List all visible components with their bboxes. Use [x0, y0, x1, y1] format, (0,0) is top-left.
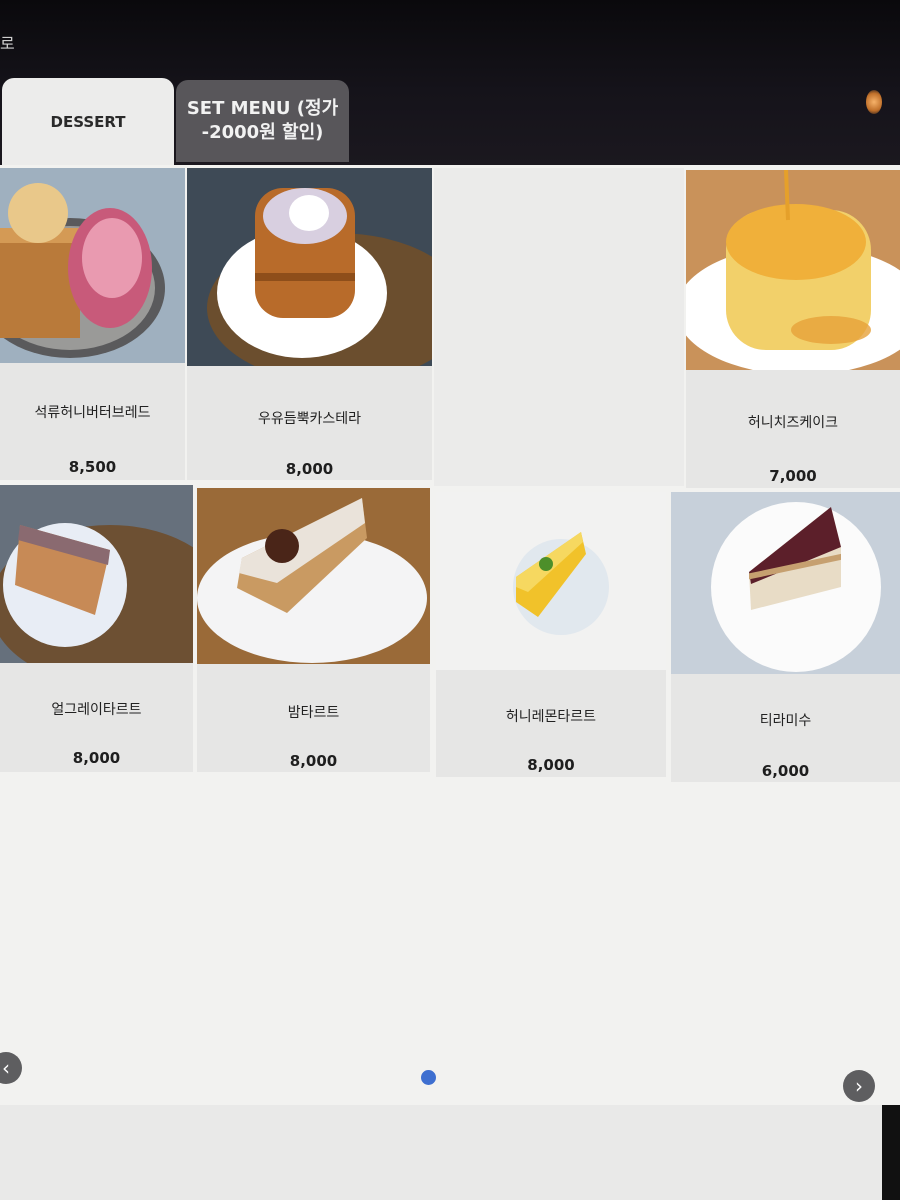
menu-item-card[interactable]: 석류허니버터브레드 8,500: [0, 168, 185, 480]
menu-item-image: [197, 488, 430, 664]
tab-set-menu[interactable]: SET MENU (정가 -2000원 할인): [176, 80, 349, 162]
chevron-right-icon: ›: [855, 1074, 863, 1098]
menu-item-price: 8,000: [72, 749, 121, 767]
menu-item-image: [0, 485, 193, 663]
menu-item-image: [671, 492, 900, 674]
empty-slot: [434, 168, 684, 486]
menu-item-image: [436, 492, 666, 670]
background-light: [866, 90, 882, 114]
menu-item-card[interactable]: 허니치즈케이크 7,000: [686, 170, 900, 488]
menu-item-price: 8,000: [527, 756, 575, 774]
menu-item-price: 8,000: [289, 752, 338, 770]
top-bar: 로 DESSERT SET MENU (정가 -2000원 할인): [0, 0, 900, 166]
menu-item-image: [0, 168, 185, 363]
menu-item-name: 티라미수: [759, 713, 812, 729]
menu-item-price: 7,000: [769, 467, 817, 485]
menu-item-name: 석류허니버터브레드: [34, 405, 151, 421]
menu-item-image: [187, 168, 432, 366]
menu-item-card[interactable]: 얼그레이타르트 8,000: [0, 485, 193, 772]
menu-item-card[interactable]: 밤타르트 8,000: [197, 488, 430, 772]
tab-dessert[interactable]: DESSERT: [2, 78, 174, 166]
back-link[interactable]: 로: [0, 30, 15, 54]
menu-item-name: 우유듬뿍카스테라: [257, 411, 362, 427]
menu-item-card[interactable]: 허니레몬타르트 8,000: [436, 492, 666, 777]
bottom-bar: [0, 1105, 900, 1200]
page-indicator-dot[interactable]: [421, 1070, 436, 1085]
menu-item-name: 밤타르트: [287, 705, 340, 721]
menu-item-card[interactable]: 우유듬뿍카스테라 8,000: [187, 168, 432, 480]
menu-item-price: 8,500: [68, 458, 117, 476]
menu-item-name: 얼그레이타르트: [51, 702, 142, 718]
menu-item-card[interactable]: 티라미수 6,000: [671, 492, 900, 782]
chevron-left-icon: ‹: [2, 1056, 10, 1080]
menu-item-name: 허니레몬타르트: [505, 709, 597, 725]
screen-bezel: [882, 1105, 900, 1200]
next-page-button[interactable]: ›: [843, 1070, 875, 1102]
menu-item-price: 6,000: [761, 762, 810, 780]
menu-item-image: [686, 170, 900, 370]
menu-item-price: 8,000: [285, 460, 334, 478]
menu-item-name: 허니치즈케이크: [747, 415, 839, 431]
